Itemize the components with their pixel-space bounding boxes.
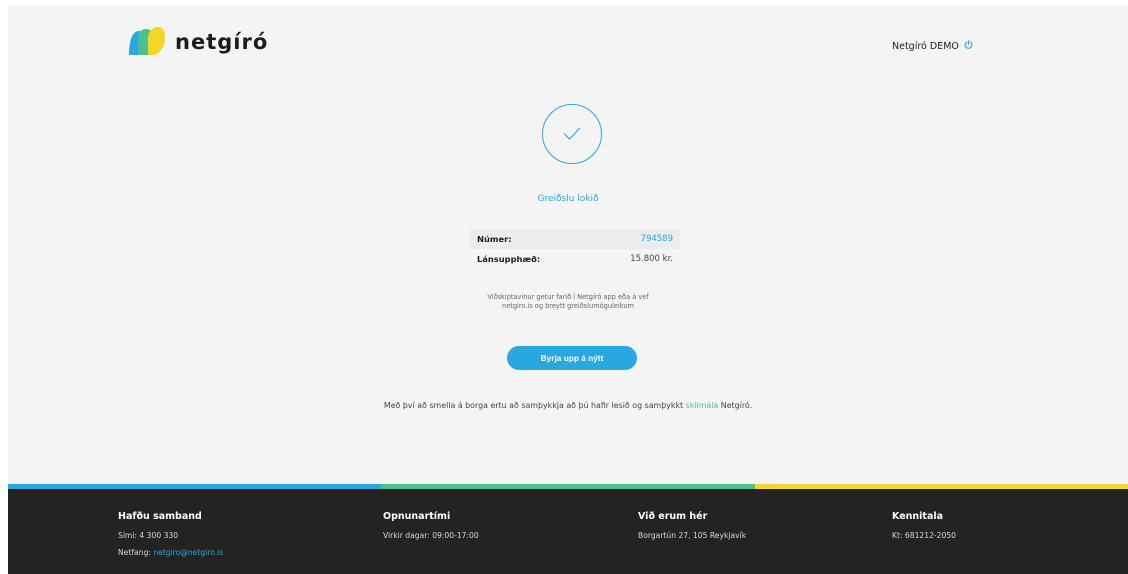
company-id-title: Kennitala	[892, 511, 944, 522]
contact-title: Hafðu samband	[118, 511, 202, 522]
email-label: Netfang:	[118, 548, 154, 557]
contact-email-row: Netfang: netgiro@netgiro.is	[118, 548, 223, 557]
user-name: Netgíró DEMO	[892, 40, 959, 52]
number-label: Númer:	[477, 234, 512, 244]
contact-phone: Sími: 4 300 330	[118, 531, 179, 540]
terms-before: Með því að smella á borga ertu að samþyk…	[383, 401, 686, 410]
footer: Hafðu samband Sími: 4 300 330 Netfang: n…	[8, 489, 1128, 574]
payment-details: Númer: 794589 Lánsupphæð: 15.800 kr.	[470, 229, 680, 269]
page: netgíró Netgíró DEMO Greiðslu lokið Núme…	[8, 5, 1128, 574]
amount-row: Lánsupphæð: 15.800 kr.	[470, 249, 680, 269]
brand-name: netgíró	[175, 30, 269, 54]
power-icon[interactable]	[964, 40, 973, 52]
checkmark-icon	[563, 127, 581, 140]
company-id-text: Kt: 681212-2050	[892, 531, 956, 540]
footer-contact: Hafðu samband Sími: 4 300 330 Netfang: n…	[118, 511, 223, 565]
netgiro-logo-icon	[129, 27, 165, 55]
hours-text: Virkir dagar: 09:00-17:00	[383, 531, 479, 540]
footer-hours: Opnunartími Virkir dagar: 09:00-17:00	[383, 511, 479, 548]
terms-text: Með því að smella á borga ertu að samþyk…	[8, 401, 1128, 410]
terms-link[interactable]: skilmála	[686, 401, 719, 410]
footer-company-id: Kennitala Kt: 681212-2050	[892, 511, 956, 548]
location-title: Við erum hér	[638, 511, 708, 522]
email-link[interactable]: netgiro@netgiro.is	[153, 548, 223, 557]
location-text: Borgartún 27, 105 Reykjavík	[638, 531, 747, 540]
footer-location: Við erum hér Borgartún 27, 105 Reykjavík	[638, 511, 746, 548]
number-value: 794589	[640, 234, 673, 244]
user-menu[interactable]: Netgíró DEMO	[892, 40, 973, 52]
netgiro-logo[interactable]: netgíró	[127, 25, 268, 59]
info-note: Viðskiptavinur getur farið í Netgíró app…	[8, 293, 1128, 310]
status-text: Greiðslu lokið	[537, 194, 599, 204]
success-circle	[542, 104, 602, 164]
restart-button[interactable]: Byrja upp á nýtt	[507, 346, 637, 370]
number-row: Númer: 794589	[470, 229, 680, 249]
hours-title: Opnunartími	[383, 511, 451, 522]
note-line-1: Viðskiptavinur getur farið í Netgíró app…	[487, 293, 649, 301]
amount-label: Lánsupphæð:	[477, 254, 541, 264]
note-line-2: netgiro.is og breytt greiðslumöguleikum	[502, 301, 634, 310]
amount-value: 15.800 kr.	[630, 254, 673, 264]
terms-after: Netgíró.	[718, 401, 753, 410]
